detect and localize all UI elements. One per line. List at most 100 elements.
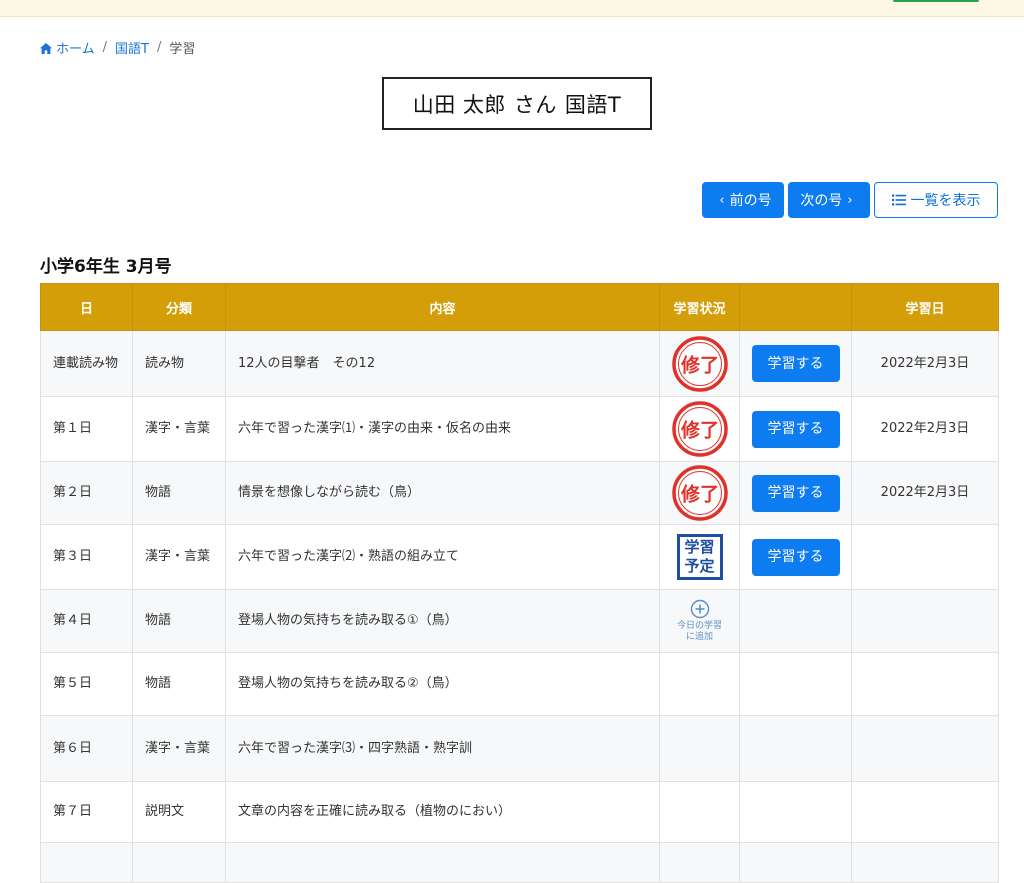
cell-day: 第２日	[40, 461, 133, 525]
breadcrumb-separator: /	[156, 40, 162, 55]
cell-category: 読み物	[132, 330, 226, 397]
study-button[interactable]: 学習する	[751, 474, 840, 512]
header-date: 学習日	[851, 283, 999, 331]
cell-category: 漢字・言葉	[132, 396, 226, 462]
planned-stamp-icon: 学習 予定	[676, 534, 723, 580]
breadcrumb-home-label: ホーム	[56, 42, 95, 57]
cell-content: 六年で習った漢字⑵・熟語の組み立て	[225, 524, 660, 590]
lesson-table: 日 分類 内容 学習状況 学習日 連載読み物 読み物 12人の目撃者 その12 修了学…	[40, 283, 999, 883]
header-day: 日	[40, 283, 133, 331]
cell-content: 文章の内容を正確に読み取る（植物のにおい）	[225, 781, 660, 843]
cell-date	[851, 715, 999, 782]
planned-stamp-line: 予定	[684, 557, 715, 575]
cell-status: 修了	[659, 330, 740, 397]
cell-date	[851, 652, 999, 716]
completed-stamp-icon: 修了	[671, 465, 728, 521]
chevron-left-icon: ‹	[719, 192, 725, 208]
cell-status: 学習 予定	[659, 524, 740, 590]
cell-action: 学習する	[739, 461, 852, 525]
cell-action	[739, 589, 852, 653]
cell-action: 学習する	[739, 396, 852, 462]
table-row: 第２日 物語 情景を想像しながら読む（鳥） 修了 学習する 2022年2月3日	[40, 461, 999, 525]
study-button[interactable]: 学習する	[751, 538, 840, 576]
cell-content: 12人の目撃者 その12	[225, 330, 660, 397]
cell-action: 学習する	[739, 330, 852, 397]
completed-stamp-text: 修了	[679, 419, 718, 442]
add-to-today-label: に追加	[685, 632, 713, 642]
add-to-today-label: 今日の学習	[676, 621, 722, 631]
issue-title: 小学6年生 3月号	[40, 257, 172, 277]
cell-day: 第３日	[40, 524, 133, 590]
cell-day: 第６日	[40, 715, 133, 782]
cell-category: 物語	[132, 461, 226, 525]
show-list-button[interactable]: 一覧を表示	[874, 182, 998, 218]
cell-content: 六年で習った漢字⑴・漢字の由来・仮名の由来	[225, 396, 660, 462]
top-notice-bar	[0, 0, 1024, 17]
cell-status: 今日の学習 に追加	[659, 589, 740, 653]
table-row: 第３日 漢字・言葉 六年で習った漢字⑵・熟語の組み立て 学習 予定 学習する	[40, 524, 999, 590]
completed-stamp-text: 修了	[679, 483, 718, 506]
cell-action	[739, 652, 852, 716]
header-status: 学習状況	[659, 283, 740, 331]
home-icon	[40, 43, 52, 54]
table-row: 第７日 説明文 文章の内容を正確に読み取る（植物のにおい）	[40, 781, 999, 843]
cell-day: 連載読み物	[40, 330, 133, 397]
cell-day: 第７日	[40, 781, 133, 843]
cell-content: 情景を想像しながら読む（鳥）	[225, 461, 660, 525]
cell-status	[659, 652, 740, 716]
cell-status	[659, 781, 740, 843]
cell-category: 漢字・言葉	[132, 524, 226, 590]
cell-date	[851, 589, 999, 653]
cell-content	[225, 842, 660, 883]
cell-day: 第１日	[40, 396, 133, 462]
chevron-right-icon: ›	[847, 192, 853, 208]
breadcrumb-home-link[interactable]: ホーム	[40, 38, 95, 57]
table-row	[40, 842, 999, 883]
cell-content: 登場人物の気持ちを読み取る①（鳥）	[225, 589, 660, 653]
table-row: 第６日 漢字・言葉 六年で習った漢字⑶・四字熟語・熟字訓	[40, 715, 999, 782]
cell-content: 登場人物の気持ちを読み取る②（鳥）	[225, 652, 660, 716]
breadcrumb-current: 学習	[169, 42, 196, 57]
cell-action	[739, 842, 852, 883]
cell-day	[40, 842, 133, 883]
cell-date: 2022年2月3日	[851, 461, 999, 525]
study-button[interactable]: 学習する	[751, 410, 840, 448]
cell-status	[659, 715, 740, 782]
page-title: 山田 太郎 さん 国語T	[382, 77, 652, 130]
cell-day: 第４日	[40, 589, 133, 653]
student-name: 山田 太郎	[412, 92, 506, 117]
header-category: 分類	[132, 283, 226, 331]
breadcrumb-subject-link[interactable]: 国語T	[115, 38, 149, 57]
table-header-row: 日 分類 内容 学習状況 学習日	[40, 283, 999, 331]
cell-category	[132, 842, 226, 883]
header-action	[739, 283, 852, 331]
course-name: 国語T	[564, 92, 622, 117]
show-list-label: 一覧を表示	[910, 193, 981, 209]
cell-date	[851, 842, 999, 883]
study-button[interactable]: 学習する	[751, 345, 840, 382]
list-icon	[891, 194, 906, 206]
cell-category: 物語	[132, 652, 226, 716]
prev-issue-label: 前の号	[729, 193, 772, 209]
cell-action: 学習する	[739, 524, 852, 590]
next-issue-button[interactable]: 次の号 ›	[788, 182, 870, 218]
cell-date	[851, 781, 999, 843]
cell-status: 修了	[659, 461, 740, 525]
next-issue-label: 次の号	[800, 193, 843, 209]
table-row: 第４日 物語 登場人物の気持ちを読み取る①（鳥） 今日の学習 に追加	[40, 589, 999, 653]
add-to-today-button[interactable]: 今日の学習 に追加	[660, 599, 739, 643]
cell-date: 2022年2月3日	[851, 330, 999, 397]
cell-status: 修了	[659, 396, 740, 462]
honorific: さん	[513, 92, 557, 117]
cell-action	[739, 715, 852, 782]
cell-day: 第５日	[40, 652, 133, 716]
plus-circle-icon	[690, 599, 709, 619]
table-row: 連載読み物 読み物 12人の目撃者 その12 修了 学習する 2022年2月3日	[40, 330, 999, 397]
top-bar-button[interactable]	[893, 0, 979, 2]
completed-stamp-icon: 修了	[671, 401, 728, 457]
cell-date: 2022年2月3日	[851, 396, 999, 462]
cell-action	[739, 781, 852, 843]
cell-status	[659, 842, 740, 883]
prev-issue-button[interactable]: ‹ 前の号	[702, 182, 784, 218]
breadcrumb: ホーム / 国語T / 学習	[40, 38, 195, 57]
